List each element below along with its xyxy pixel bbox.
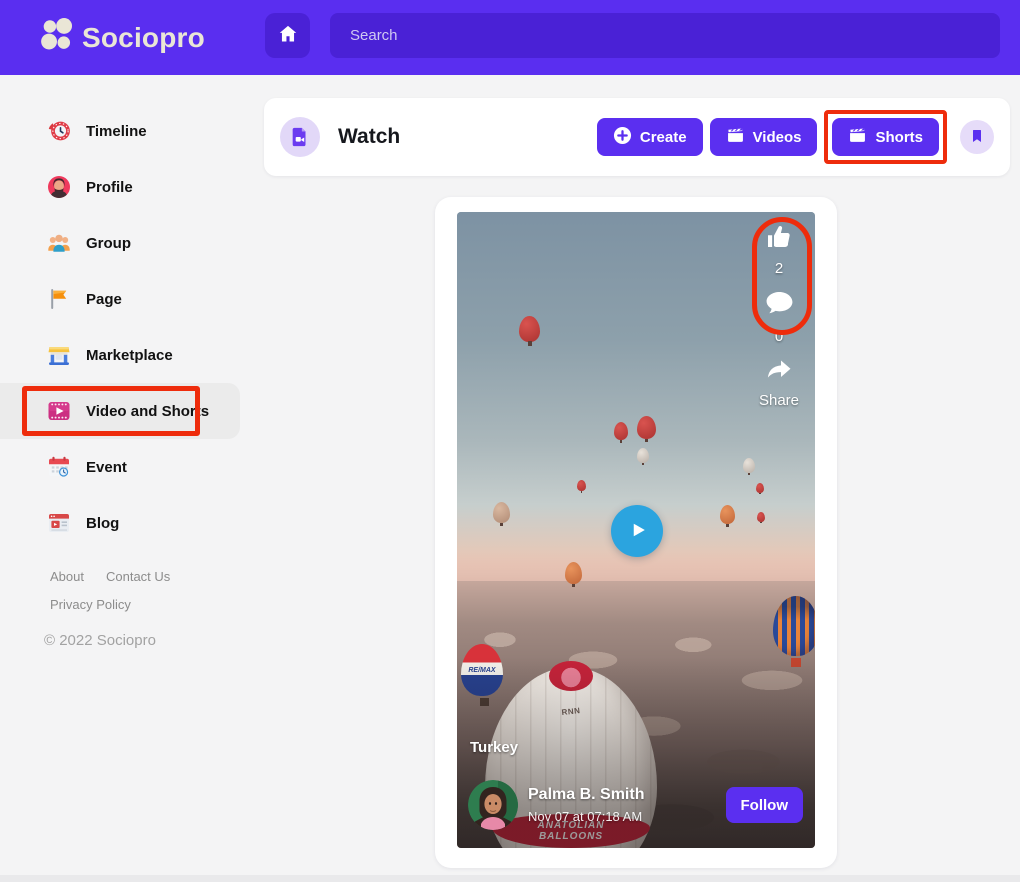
sidebar-item-label: Group	[86, 235, 131, 252]
home-icon	[277, 23, 299, 48]
play-button[interactable]	[611, 505, 663, 557]
calendar-clock-icon	[46, 454, 72, 480]
sidebar-item-label: Blog	[86, 515, 119, 532]
play-icon	[624, 517, 650, 546]
comment-button[interactable]	[753, 287, 805, 325]
shorts-button-label: Shorts	[875, 129, 923, 146]
create-button-label: Create	[640, 129, 687, 146]
share-label: Share	[753, 392, 805, 409]
sidebar-item-timeline[interactable]: Timeline	[0, 103, 240, 159]
sidebar-nav: Timeline Profile	[0, 75, 240, 551]
search-input[interactable]	[330, 13, 1000, 58]
balloon	[519, 316, 540, 342]
comment-count: 0	[753, 328, 805, 345]
home-button[interactable]	[265, 13, 310, 58]
sidebar-item-label: Timeline	[86, 123, 147, 140]
thumbs-up-icon	[764, 222, 794, 257]
author-avatar[interactable]	[468, 780, 518, 830]
page-title: Watch	[338, 125, 400, 149]
clapperboard-icon	[726, 126, 745, 149]
top-navigation-bar: Sociopro	[0, 0, 1020, 75]
follow-button[interactable]: Follow	[726, 787, 804, 823]
videos-button[interactable]: Videos	[710, 118, 818, 156]
action-rail: 2 0 Share	[753, 222, 805, 409]
balloon	[637, 416, 656, 439]
author-meta: Palma B. Smith Nov 07 at 07:18 AM	[528, 786, 644, 824]
sidebar-item-video-and-shorts[interactable]: Video and Shorts	[0, 383, 240, 439]
storefront-icon	[46, 342, 72, 368]
sidebar-item-marketplace[interactable]: Marketplace	[0, 327, 240, 383]
flag-icon	[46, 286, 72, 312]
plus-circle-icon	[613, 126, 632, 149]
like-count: 2	[753, 260, 805, 277]
bookmark-icon	[969, 128, 985, 147]
page-bottom-edge	[0, 875, 1020, 882]
sidebar-item-label: Marketplace	[86, 347, 173, 364]
video-location: Turkey	[470, 739, 518, 756]
short-video-card: RE/MAX RNN ANATOLIAN BALLOONS	[435, 197, 837, 868]
sidebar: Timeline Profile	[0, 75, 240, 649]
sidebar-item-label: Profile	[86, 179, 133, 196]
brand-logo[interactable]: Sociopro	[40, 18, 205, 57]
balloon	[493, 502, 510, 523]
watch-header-card: Watch Create Videos	[264, 98, 1010, 176]
like-button[interactable]	[753, 222, 805, 257]
sidebar-footer-links: About Contact Us Privacy Policy	[50, 569, 240, 612]
about-link[interactable]: About	[50, 569, 84, 584]
sidebar-item-label: Page	[86, 291, 122, 308]
bookmark-button[interactable]	[960, 120, 994, 154]
annotation-box-shorts: Shorts	[824, 110, 947, 164]
balloon	[756, 483, 764, 493]
sidebar-item-label: Video and Shorts	[86, 403, 209, 420]
watch-file-video-icon	[280, 117, 320, 157]
sidebar-item-profile[interactable]: Profile	[0, 159, 240, 215]
video-player[interactable]: RE/MAX RNN ANATOLIAN BALLOONS	[457, 212, 815, 848]
balloon	[577, 480, 586, 491]
sidebar-item-event[interactable]: Event	[0, 439, 240, 495]
share-button[interactable]	[753, 355, 805, 390]
balloon	[757, 512, 765, 522]
clapperboard-icon	[848, 126, 867, 149]
brand-name: Sociopro	[82, 22, 205, 54]
sidebar-item-label: Event	[86, 459, 127, 476]
sidebar-item-page[interactable]: Page	[0, 271, 240, 327]
contact-us-link[interactable]: Contact Us	[106, 569, 170, 584]
clock-history-icon	[46, 118, 72, 144]
privacy-policy-link[interactable]: Privacy Policy	[50, 597, 131, 612]
sociopro-logo-icon	[40, 18, 74, 57]
striped-balloon	[773, 596, 815, 656]
author-name: Palma B. Smith	[528, 786, 644, 804]
videos-button-label: Videos	[753, 129, 802, 146]
sidebar-item-group[interactable]: Group	[0, 215, 240, 271]
video-timestamp: Nov 07 at 07:18 AM	[528, 809, 644, 824]
author-row: Palma B. Smith Nov 07 at 07:18 AM Follow	[468, 780, 803, 830]
balloon	[720, 505, 735, 524]
blog-window-icon	[46, 510, 72, 536]
people-group-icon	[46, 230, 72, 256]
balloon	[637, 448, 649, 463]
share-arrow-icon	[764, 355, 794, 390]
copyright-text: © 2022 Sociopro	[44, 632, 240, 649]
shorts-button[interactable]: Shorts	[832, 118, 939, 156]
balloon	[614, 422, 628, 440]
video-film-icon	[46, 398, 72, 424]
balloon	[565, 562, 582, 584]
create-button[interactable]: Create	[597, 118, 703, 156]
balloon	[743, 458, 755, 473]
person-avatar-icon	[46, 174, 72, 200]
sidebar-item-blog[interactable]: Blog	[0, 495, 240, 551]
watch-actions: Create Videos	[597, 110, 994, 164]
comment-bubble-icon	[763, 287, 796, 325]
